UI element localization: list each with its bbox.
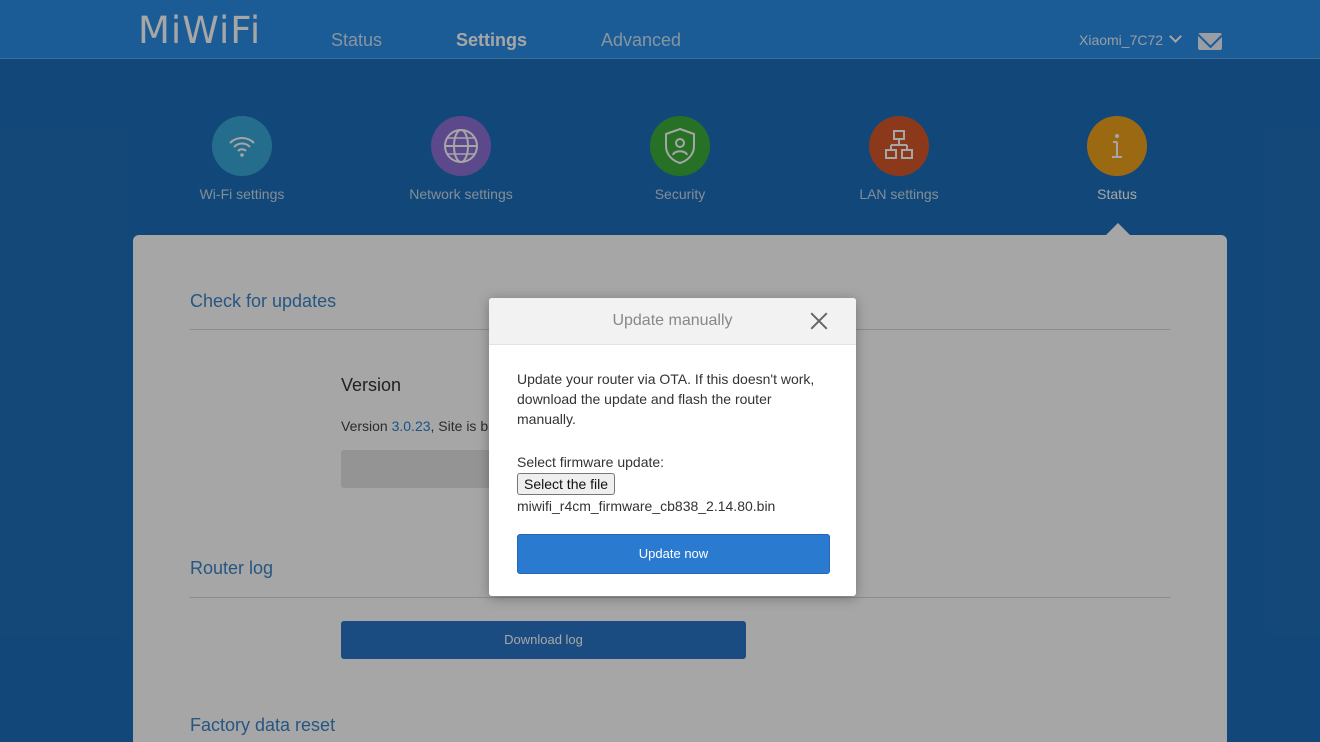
dialog-title: Update manually — [612, 312, 733, 329]
select-file-button[interactable]: Select the file — [517, 473, 616, 495]
firmware-label: Select firmware update: — [517, 454, 665, 470]
dialog-description: Update your router via OTA. If this does… — [517, 371, 815, 427]
update-now-button[interactable]: Update now — [517, 534, 830, 574]
dialog-header: Update manually — [489, 298, 856, 345]
selected-file-name: miwifi_r4cm_firmware_cb838_2.14.80.bin — [517, 498, 776, 514]
close-icon[interactable] — [808, 310, 830, 332]
update-manually-dialog: Update manually Update your router via O… — [489, 298, 856, 596]
